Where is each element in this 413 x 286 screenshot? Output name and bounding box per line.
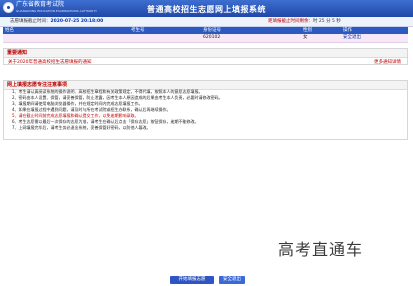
candidate-table-header: 姓名 考生号 身份证号 性别 操作: [3, 27, 408, 34]
col-action: 操作: [343, 28, 352, 33]
col-name: 姓名: [5, 28, 14, 33]
col-gender: 性别: [303, 28, 312, 33]
list-item: 7、上网填报完毕后，请考生务必退出系统，妥善保管好密码，以防他人篡改。: [12, 125, 151, 130]
more-notices-link[interactable]: 更多通知详情: [374, 59, 401, 65]
deadline-bar: 志愿填报截止时间：2020-07-25 20:18:00 距填报截止时间剩余：时…: [0, 17, 413, 27]
notice-panel: 重要通知 关于2020年普通高校招生志愿填报的通知 更多通知详情: [3, 48, 408, 65]
col-exam-number: 考生号: [131, 28, 145, 33]
guide-panel: 网上填报志愿专注注意事项 1、考生请认真阅读系统的操作说明、高校招生章程和有关政…: [3, 80, 408, 140]
app-header: 广东省教育考试院 GUANGDONG EDUCATION EXAMINATION…: [0, 0, 413, 17]
col-id-number: 身份证号: [203, 28, 221, 33]
start-filling-button[interactable]: 开始填报志愿: [170, 276, 214, 284]
notice-link[interactable]: 关于2020年普通高校招生志愿填报的通知: [8, 59, 91, 65]
cell-gender: 女: [303, 35, 308, 40]
cell-id-number: 620102: [203, 35, 221, 40]
logout-link[interactable]: 安全退出: [343, 34, 361, 42]
notice-title: 重要通知: [4, 49, 407, 58]
safe-exit-button[interactable]: 安全退出: [219, 276, 245, 284]
deadline-info: 志愿填报截止时间：2020-07-25 20:18:00: [10, 17, 103, 26]
system-title: 普通高校招生志愿网上填报系统: [147, 5, 266, 14]
remaining-info: 距填报截止时间剩余：时 25 分 5 秒: [268, 17, 341, 26]
deadline-value: 2020-07-25 20:18:00: [50, 19, 104, 24]
watermark: 高考直通车: [278, 240, 364, 259]
remaining-value: 时 25 分 5 秒: [313, 19, 341, 24]
guide-list: 1、考生请认真阅读系统的操作说明、高校招生章程和有关政策规定，不得代填，按照本人…: [4, 89, 404, 131]
table-row: 620102 女 安全退出: [3, 34, 408, 43]
deadline-label: 志愿填报截止时间：: [10, 19, 51, 24]
remaining-label: 距填报截止时间剩余：: [268, 19, 313, 24]
